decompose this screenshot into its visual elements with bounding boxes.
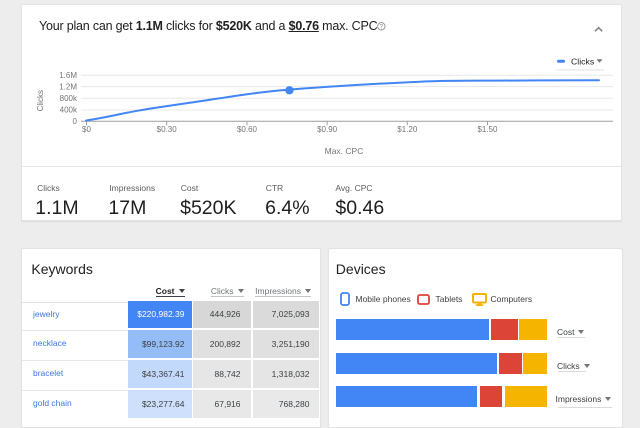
svg-text:800k: 800k xyxy=(60,94,78,103)
svg-text:400k: 400k xyxy=(60,106,78,115)
svg-text:$1.20: $1.20 xyxy=(397,125,418,134)
svg-text:1.6M: 1.6M xyxy=(59,71,77,80)
svg-text:Max. CPC: Max. CPC xyxy=(325,146,364,156)
svg-text:$0.60: $0.60 xyxy=(237,125,258,134)
svg-text:$0.30: $0.30 xyxy=(157,125,178,134)
svg-text:$0: $0 xyxy=(82,125,91,134)
svg-text:$1.50: $1.50 xyxy=(477,125,498,134)
svg-text:1.2M: 1.2M xyxy=(59,82,77,91)
svg-text:$0.90: $0.90 xyxy=(317,125,338,134)
svg-text:0: 0 xyxy=(73,117,78,126)
svg-text:Clicks: Clicks xyxy=(36,90,45,111)
svg-text:Clicks: Clicks xyxy=(571,56,595,66)
